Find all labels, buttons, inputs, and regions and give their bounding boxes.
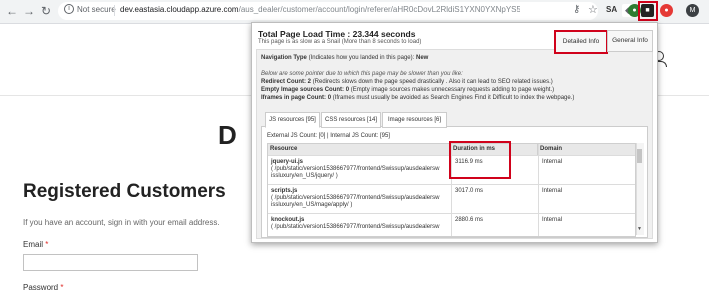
url-host: dev.eastasia.cloudapp.azure.com [120, 5, 239, 14]
page-load-extension-icon[interactable]: ■ [641, 4, 654, 17]
pointers-intro-text: Below are some pointer due to which this… [261, 71, 463, 77]
forward-icon[interactable]: → [22, 4, 36, 18]
domain-cell: Internal [542, 159, 563, 165]
info-icon[interactable]: i [64, 4, 74, 14]
password-label: Password * [23, 283, 63, 292]
iframes-line: Iframes in page Count: 0 (Iframes must u… [261, 95, 574, 101]
required-mark: * [60, 283, 64, 292]
domain-cell: Internal [542, 217, 563, 223]
email-field[interactable] [23, 254, 198, 271]
page-title: Registered Customers [23, 181, 226, 202]
url-text[interactable]: dev.eastasia.cloudapp.azure.com/aus_deal… [120, 5, 520, 14]
popup-subtitle: This page is as slow as a Snail (More th… [258, 39, 422, 45]
pointers-intro: Below are some pointer due to which this… [261, 71, 463, 77]
header-resource[interactable]: Resource [268, 144, 451, 155]
redirect-note: (Redirects slows down the page speed dra… [312, 79, 553, 85]
empty-image-note: (Empty image sources makes unnecessary r… [350, 87, 555, 93]
empty-image-label: Empty Image sources Count: [261, 87, 345, 93]
url-path: /aus_dealer/customer/account/login/refer… [238, 5, 520, 14]
duration-cell: 2880.6 ms [455, 217, 484, 223]
js-counts: External JS Count: [0] | Internal JS Cou… [267, 133, 390, 139]
resource-cell: jquery-ui.js [271, 159, 303, 166]
tab-general-info[interactable]: General Info [607, 30, 653, 52]
resource-name: jquery-ui.js [271, 159, 304, 165]
tab-css-resources[interactable]: CSS resources [14] [321, 112, 381, 128]
table-row: scripts.js ( /pub/static/version15386679… [268, 184, 635, 214]
tab-image-resources[interactable]: Image resources [6] [382, 112, 447, 128]
star-icon[interactable]: ☆ [588, 3, 598, 16]
tab-js-resources[interactable]: JS resources [95] [265, 112, 320, 128]
extension-red-icon[interactable]: ● [660, 4, 673, 17]
password-label-text: Password [23, 283, 59, 292]
resource-path: ( /pub/static/version1538667977/frontend… [271, 224, 440, 230]
resource-path: issluxury/en_US/jquery/ ) [271, 173, 338, 179]
profile-avatar[interactable]: M [686, 4, 699, 17]
duration-cell: 3017.0 ms [455, 188, 484, 194]
divider [114, 5, 115, 16]
resource-cell: knockout.js [271, 217, 304, 224]
nav-type-label: Navigation Type [261, 55, 307, 61]
email-label-text: Email [23, 240, 44, 249]
email-label: Email * [23, 240, 48, 249]
empty-image-value: 0 [345, 87, 350, 93]
iframes-value: 0 [327, 95, 332, 101]
resource-path: ( /pub/static/version1538667977/frontend… [271, 195, 440, 201]
table-row: knockout.js ( /pub/static/version1538667… [268, 213, 635, 236]
reload-icon[interactable]: ↻ [39, 4, 53, 18]
nav-type-note: (Indicates how you landed in this page): [308, 55, 415, 61]
iframes-label: Iframes in page Count: [261, 95, 327, 101]
popup-title: Total Page Load Time : 23.344 seconds [258, 29, 416, 39]
redirect-value: 2 [307, 79, 312, 85]
resource-path: ( /pub/static/version1538667977/frontend… [271, 166, 440, 172]
extension-sa-icon[interactable]: SA [606, 5, 617, 14]
resource-name: knockout.js [271, 217, 305, 223]
redirect-label: Redirect Count: [261, 79, 306, 85]
nav-type-line: Navigation Type (Indicates how you lande… [261, 55, 428, 61]
empty-image-line: Empty Image sources Count: 0 (Empty imag… [261, 87, 554, 93]
domain-cell: Internal [542, 188, 563, 194]
key-icon[interactable]: ⚷ [573, 4, 580, 15]
page-intro: If you have an account, sign in with you… [23, 218, 220, 227]
scroll-down-icon[interactable]: ▼ [637, 226, 642, 232]
header-domain[interactable]: Domain [538, 144, 635, 155]
iframes-note: (Iframes must usually be avoided as Sear… [332, 95, 575, 101]
scrollbar-thumb[interactable] [637, 149, 642, 163]
resource-name: scripts.js [271, 188, 298, 194]
tab-detailed-info[interactable]: Detailed Info [554, 30, 608, 54]
page-load-popup: Total Page Load Time : 23.344 seconds Th… [251, 22, 658, 243]
back-icon[interactable]: ← [5, 4, 19, 18]
security-label: Not secure [77, 5, 116, 14]
redirect-line: Redirect Count: 2 (Redirects slows down … [261, 79, 553, 85]
resource-cell: scripts.js [271, 188, 297, 195]
resource-path: issluxury/en_US/mage/apply/ ) [271, 202, 353, 208]
required-mark: * [45, 240, 49, 249]
nav-type-value: New [415, 55, 429, 61]
duration-highlight [449, 141, 511, 179]
